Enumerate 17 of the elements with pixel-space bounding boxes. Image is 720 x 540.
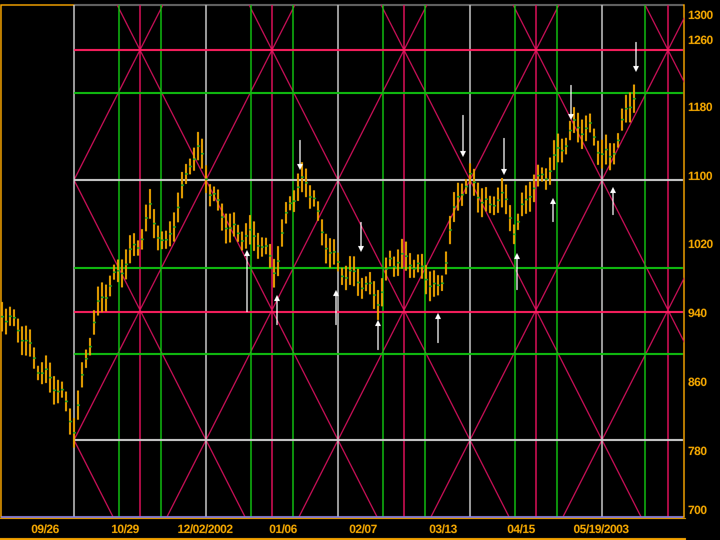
x-axis-label: 02/07 [349,523,377,535]
y-axis-label: 860 [688,376,707,388]
y-axis-label: 780 [688,445,707,457]
y-axis-label: 1260 [688,34,713,46]
x-axis-label: 10/29 [111,523,139,535]
x-axis-label: 12/02/2002 [177,523,233,535]
y-axis-label: 1180 [688,101,712,113]
y-axis-label: 940 [688,307,707,319]
x-axis-label: 09/26 [31,523,59,535]
x-axis-label: 01/06 [269,523,297,535]
y-axis-label: 700 [688,504,707,516]
x-axis-label: 05/19/2003 [573,523,629,535]
y-axis-label: 1020 [688,238,713,250]
x-axis-label: 04/15 [507,523,535,535]
y-axis-label: 1300 [688,9,713,21]
x-axis-label: 03/13 [429,523,457,535]
y-axis-label: 1100 [688,170,712,182]
